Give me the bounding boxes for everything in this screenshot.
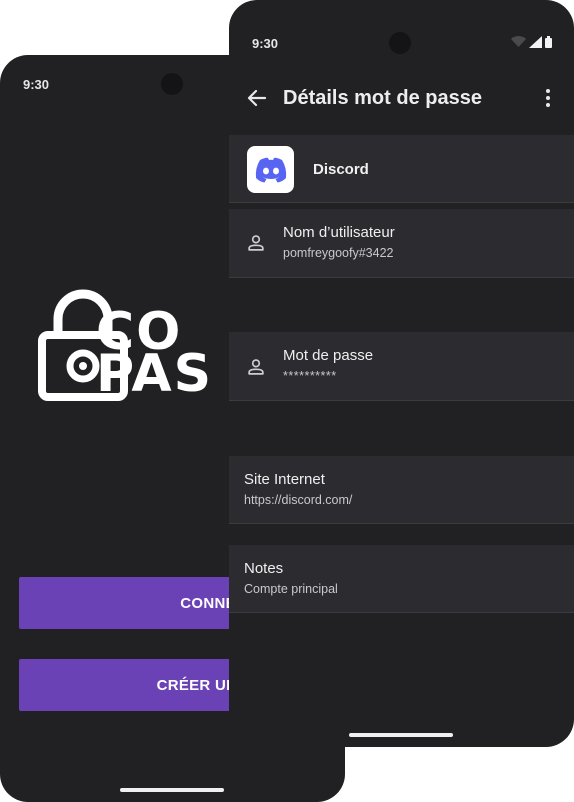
- website-field[interactable]: Site Internet https://discord.com/: [229, 456, 574, 523]
- app-header-card: Discord: [229, 135, 574, 202]
- notes-field[interactable]: Notes Compte principal: [229, 545, 574, 612]
- logo-line-2: PAS: [96, 344, 214, 404]
- divider: [229, 612, 574, 613]
- website-value: https://discord.com/: [244, 493, 353, 507]
- top-app-bar: Détails mot de passe: [229, 78, 574, 118]
- home-indicator[interactable]: [120, 788, 224, 792]
- divider: [229, 202, 574, 203]
- password-value: **********: [283, 369, 337, 383]
- camera-cutout: [161, 73, 183, 95]
- camera-cutout: [389, 32, 411, 54]
- person-icon: [248, 235, 264, 251]
- battery-icon: [545, 36, 552, 48]
- notes-label: Notes: [244, 560, 284, 577]
- username-value: pomfreygoofy#3422: [283, 246, 394, 260]
- divider: [229, 277, 574, 278]
- website-label: Site Internet: [244, 471, 325, 488]
- discord-logo-icon: [247, 146, 294, 193]
- divider: [229, 400, 574, 401]
- back-arrow-icon[interactable]: [245, 86, 269, 110]
- password-details-screen: 9:30 Détails mot de passe Discord Nom d’…: [229, 0, 574, 747]
- signal-icon: [529, 36, 542, 48]
- person-icon: [248, 359, 264, 375]
- page-title: Détails mot de passe: [283, 87, 482, 109]
- status-time: 9:30: [23, 77, 50, 92]
- status-time: 9:30: [252, 36, 279, 51]
- app-name: Discord: [313, 161, 369, 178]
- system-status-icons: [511, 36, 552, 48]
- app-logo-text: CO PAS: [96, 306, 214, 404]
- more-options-icon[interactable]: [536, 86, 560, 110]
- username-field[interactable]: Nom d’utilisateur pomfreygoofy#3422: [229, 209, 574, 277]
- wifi-icon: [511, 36, 526, 47]
- divider: [229, 523, 574, 524]
- notes-value: Compte principal: [244, 582, 338, 596]
- home-indicator[interactable]: [349, 733, 453, 737]
- password-field[interactable]: Mot de passe **********: [229, 332, 574, 400]
- password-label: Mot de passe: [283, 347, 374, 364]
- username-label: Nom d’utilisateur: [283, 224, 395, 241]
